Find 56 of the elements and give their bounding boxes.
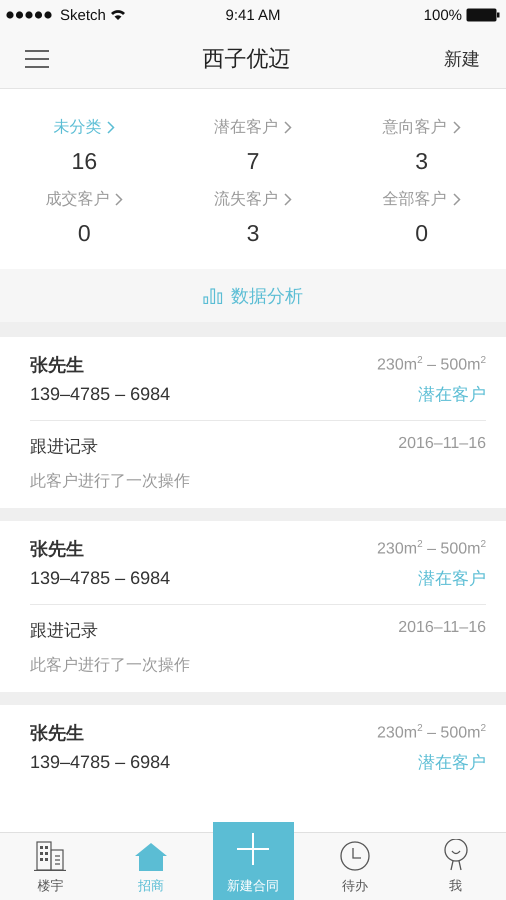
follow-up-date: 2016–11–16 (398, 435, 486, 454)
bar-chart-icon (203, 288, 223, 304)
chevron-icon (284, 193, 292, 206)
follow-up-text: 此客户进行了一次操作 (30, 471, 191, 492)
page-title: 西子优迈 (202, 46, 292, 74)
person-icon (442, 839, 469, 871)
category-count: 3 (246, 220, 260, 247)
data-analysis-link[interactable]: 数据分析 (231, 284, 303, 308)
follow-up-date: 2016–11–16 (398, 619, 486, 638)
carrier-name: Sketch (60, 6, 106, 24)
area-range: 230m$^{2}$ – 500m$^{2}$ (377, 539, 486, 559)
battery-icon (466, 8, 500, 22)
area-range: 230m$^{2}$ – 500m$^{2}$ (377, 355, 486, 375)
category-link[interactable]: 全部客户 (382, 189, 461, 210)
chevron-icon (452, 193, 461, 206)
category-link[interactable]: 流失客户 (214, 189, 292, 210)
area-range: 230m$^{2}$ – 500m$^{2}$ (377, 723, 486, 743)
building-icon (34, 841, 66, 871)
phone-number: 139–4785 – 6984 (30, 384, 172, 405)
category-link[interactable]: 未分类 (53, 117, 116, 138)
menu-icon[interactable] (25, 50, 49, 68)
wifi-icon (110, 9, 126, 21)
tab-item[interactable]: 新建合同 (212, 822, 294, 900)
new-button[interactable]: 新建 (444, 47, 480, 71)
category-count: 16 (72, 148, 98, 175)
customer-name: 张先生 (30, 354, 85, 377)
category-count: 7 (246, 148, 260, 175)
chevron-icon (452, 121, 461, 134)
category-count: 0 (78, 220, 91, 247)
follow-up-text: 此客户进行了一次操作 (30, 655, 191, 676)
customer-name: 张先生 (30, 538, 85, 561)
chevron-icon (115, 193, 124, 206)
tab-item[interactable]: 待办 (304, 833, 406, 900)
customer-status: 潜在客户 (417, 384, 486, 406)
customer-status: 潜在客户 (417, 752, 486, 774)
follow-up-title: 跟进记录 (30, 436, 99, 458)
category-count: 3 (415, 148, 428, 175)
category-count: 0 (415, 220, 428, 247)
clock-icon (340, 841, 370, 871)
customer-status: 潜在客户 (417, 568, 486, 590)
tab-item[interactable]: 招商 (100, 833, 202, 900)
follow-up-title: 跟进记录 (30, 620, 99, 642)
tab-item[interactable]: 楼宇 (0, 833, 101, 900)
phone-number: 139–4785 – 6984 (30, 752, 172, 773)
category-link[interactable]: 成交客户 (45, 189, 124, 210)
plus-icon (237, 833, 269, 865)
battery-percent: 100% (424, 6, 462, 24)
chevron-icon (284, 121, 292, 134)
clock-time: 9:41 AM (224, 6, 282, 24)
tab-item[interactable]: 我 (405, 833, 506, 900)
customer-name: 张先生 (30, 722, 85, 745)
phone-number: 139–4785 – 6984 (30, 568, 172, 589)
category-link[interactable]: 潜在客户 (214, 117, 292, 138)
chevron-icon (107, 121, 116, 134)
category-link[interactable]: 意向客户 (382, 117, 461, 138)
house-icon (135, 843, 168, 871)
